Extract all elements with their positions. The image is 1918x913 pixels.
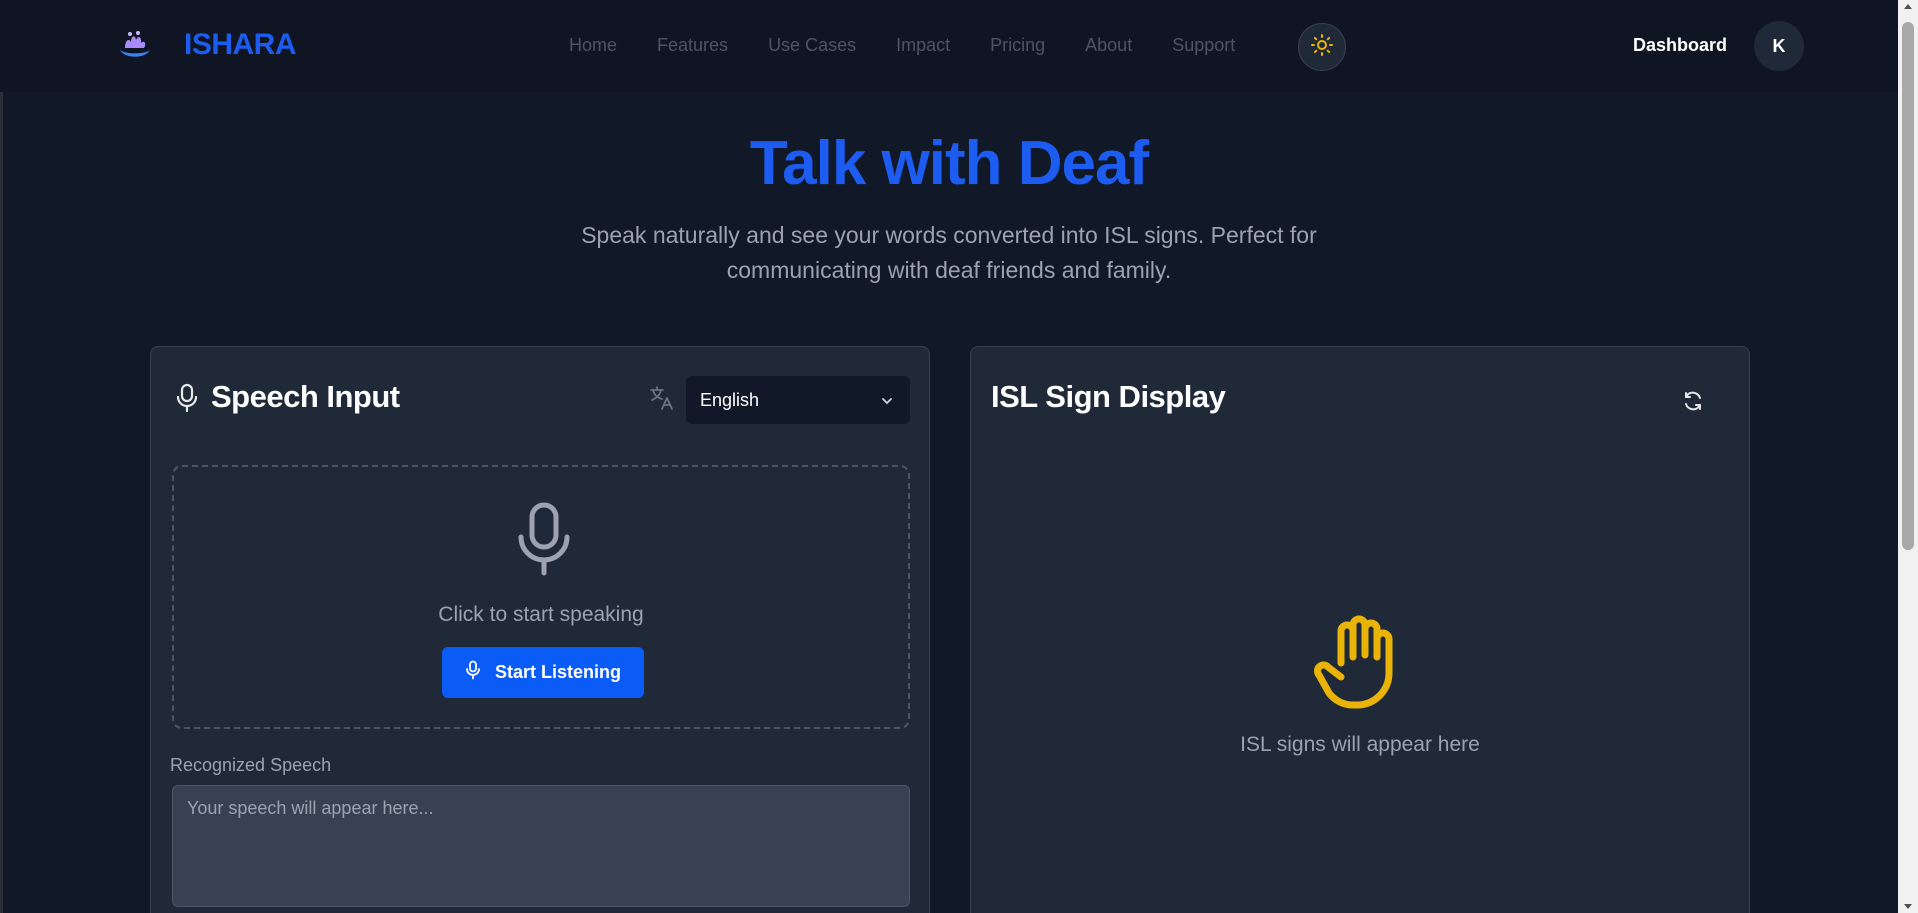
translate-icon (649, 385, 675, 411)
recognized-speech-textarea[interactable] (172, 785, 910, 907)
nav-pricing[interactable]: Pricing (990, 35, 1045, 56)
speech-input-panel: Speech Input English Click to start spea… (150, 346, 930, 913)
page-scrollbar[interactable] (1898, 0, 1918, 913)
start-listening-label: Start Listening (494, 662, 621, 682)
microphone-icon (175, 383, 199, 413)
theme-toggle-button[interactable] (1298, 23, 1346, 71)
isl-sign-panel: ISL Sign Display ISL signs will appear h… (970, 346, 1750, 913)
language-select-value: English (700, 389, 760, 410)
speech-drop-zone[interactable]: Click to start speaking Start Listening (172, 465, 910, 729)
sun-icon (1310, 33, 1334, 62)
scrollbar-thumb[interactable] (1902, 22, 1914, 550)
nav-support[interactable]: Support (1172, 35, 1235, 56)
hand-icon (1311, 613, 1411, 713)
logo-icon[interactable] (116, 28, 154, 62)
nav-home[interactable]: Home (569, 35, 617, 56)
page-title: Talk with Deaf (749, 129, 1149, 198)
dashboard-link[interactable]: Dashboard (1633, 35, 1727, 56)
start-speaking-prompt: Click to start speaking (438, 603, 644, 626)
nav-links: Home Features Use Cases Impact Pricing A… (569, 35, 1275, 56)
brand-name[interactable]: ISHARA (184, 28, 297, 62)
scroll-up-arrow-icon[interactable] (1904, 4, 1912, 9)
nav-impact[interactable]: Impact (896, 35, 950, 56)
large-microphone-icon (516, 501, 572, 577)
start-listening-button[interactable]: Start Listening (442, 647, 644, 698)
nav-use-cases[interactable]: Use Cases (768, 35, 856, 56)
microphone-icon (465, 660, 481, 685)
refresh-icon[interactable] (1681, 389, 1705, 413)
chevron-down-icon (880, 392, 894, 413)
speech-input-title: Speech Input (211, 379, 400, 414)
isl-sign-title: ISL Sign Display (991, 379, 1226, 414)
language-select[interactable]: English (686, 376, 910, 424)
nav-about[interactable]: About (1085, 35, 1132, 56)
scroll-down-arrow-icon[interactable] (1904, 904, 1912, 909)
nav-features[interactable]: Features (657, 35, 728, 56)
navbar: ISHARA Home Features Use Cases Impact Pr… (0, 0, 1898, 92)
avatar-initial: K (1772, 35, 1786, 56)
user-avatar[interactable]: K (1754, 21, 1804, 71)
isl-sign-placeholder: ISL signs will appear here (1240, 733, 1480, 756)
page-subtitle: Speak naturally and see your words conve… (581, 222, 1317, 283)
recognized-speech-label: Recognized Speech (170, 755, 332, 775)
